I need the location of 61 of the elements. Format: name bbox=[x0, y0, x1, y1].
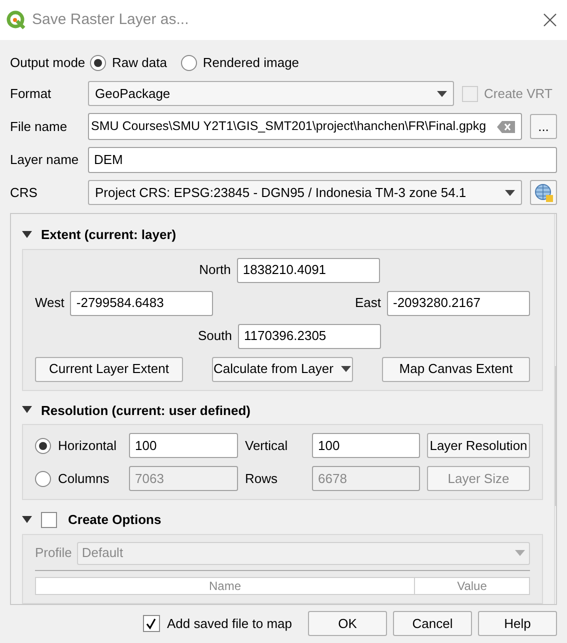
push-button[interactable]: Current Layer Extent bbox=[35, 356, 183, 382]
value-field[interactable]: 100 bbox=[129, 433, 238, 458]
radio-button[interactable] bbox=[35, 470, 51, 486]
field-label: West bbox=[35, 294, 64, 312]
caret-icon bbox=[341, 366, 352, 372]
value-field[interactable]: 100 bbox=[312, 433, 420, 458]
field-label: East bbox=[354, 294, 381, 312]
checkbox[interactable] bbox=[142, 615, 160, 632]
field-label: Rows bbox=[245, 470, 279, 488]
field-label: Horizontal bbox=[58, 436, 118, 455]
field-label: Columns bbox=[58, 470, 110, 488]
caret-icon bbox=[437, 90, 447, 96]
field-label: Rendered image bbox=[202, 54, 300, 72]
dialog-button[interactable]: Help bbox=[478, 611, 557, 636]
field-label: Output mode bbox=[10, 54, 86, 72]
clear-icon[interactable] bbox=[497, 120, 515, 132]
collapse-triangle-icon[interactable] bbox=[22, 230, 32, 239]
window-title: Save Raster Layer as... bbox=[32, 10, 190, 30]
layer-name-field[interactable]: DEM bbox=[88, 147, 557, 173]
collapse-triangle-icon[interactable] bbox=[22, 516, 32, 524]
field-label: Add saved file to map bbox=[166, 614, 292, 633]
caret-icon bbox=[505, 190, 515, 196]
field-label: File name bbox=[10, 118, 68, 136]
section-heading[interactable]: Resolution (current: user defined) bbox=[41, 400, 250, 420]
dropdown-button[interactable]: Calculate from Layer bbox=[212, 356, 353, 382]
close-icon[interactable] bbox=[543, 13, 557, 27]
east-field[interactable]: -2093280.2167 bbox=[387, 290, 530, 316]
globe-icon bbox=[534, 182, 554, 202]
dialog-button[interactable]: OK bbox=[308, 611, 387, 636]
field-label: CRS bbox=[10, 184, 38, 202]
browse-button[interactable]: ... bbox=[530, 114, 557, 139]
checkbox[interactable] bbox=[41, 512, 57, 528]
section-heading[interactable]: Extent (current: layer) bbox=[41, 225, 176, 244]
field-label: Format bbox=[10, 84, 52, 103]
app-logo-icon bbox=[6, 10, 26, 30]
column-header[interactable]: Value bbox=[415, 578, 529, 594]
crs-dropdown[interactable]: Project CRS: EPSG:23845 - DGN95 / Indonesia TM-3 zone 54.1 bbox=[88, 180, 522, 205]
checkmark-icon bbox=[145, 618, 158, 630]
field-label: Layer name bbox=[10, 151, 80, 170]
south-field[interactable]: 1170396.2305 bbox=[238, 324, 381, 348]
west-field[interactable]: -2799584.6483 bbox=[70, 290, 214, 316]
field-label: Vertical bbox=[245, 436, 289, 455]
column-header[interactable]: Name bbox=[36, 578, 415, 594]
section-heading[interactable]: Create Options bbox=[68, 510, 162, 530]
file-path-field[interactable]: SMU Courses\SMU Y2T1\GIS_SMT201\project\hanchen\FR\Final.gpkg bbox=[88, 113, 522, 140]
field-label: Create VRT bbox=[484, 84, 552, 103]
push-button[interactable]: Layer Resolution bbox=[427, 433, 530, 458]
dialog-button[interactable]: Cancel bbox=[393, 611, 472, 636]
collapse-triangle-icon[interactable] bbox=[22, 406, 32, 414]
radio-button[interactable] bbox=[35, 438, 51, 454]
field-label: Profile bbox=[35, 544, 72, 562]
field-label: North bbox=[199, 261, 231, 280]
crs-selector-button[interactable] bbox=[530, 180, 557, 205]
push-button[interactable]: Map Canvas Extent bbox=[382, 356, 530, 382]
radio-button[interactable] bbox=[180, 55, 197, 71]
field-label: South bbox=[198, 327, 232, 346]
north-field[interactable]: 1838210.4091 bbox=[236, 258, 380, 282]
field-label: Raw data bbox=[112, 54, 167, 72]
format-dropdown[interactable]: GeoPackage bbox=[88, 81, 454, 106]
caret-icon bbox=[515, 550, 525, 556]
radio-button[interactable] bbox=[90, 55, 106, 71]
